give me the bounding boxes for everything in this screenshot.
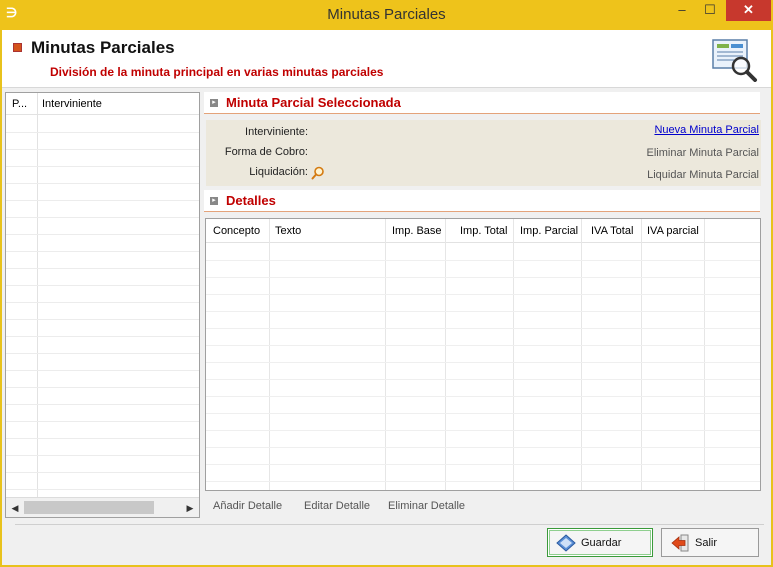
intervinientes-grid[interactable]: P... Interviniente ◀ ▶ [5,92,200,518]
grid-row-line [6,387,199,388]
grid-row-line [206,481,760,482]
column-header-interviniente[interactable]: Interviniente [42,98,102,110]
grid-row-line [206,413,760,414]
grid-row-line [206,277,760,278]
column-header-texto[interactable]: Texto [275,225,301,237]
page-title: Minutas Parciales [31,38,175,57]
grid-row-line [6,251,199,252]
liquidacion-label: Liquidación: [249,166,308,178]
guardar-label: Guardar [581,537,622,549]
column-header-imp-total[interactable]: Imp. Total [460,225,508,237]
grid-header: P... Interviniente [6,93,199,115]
salir-label: Salir [695,537,718,549]
footer-separator [15,524,764,525]
close-button[interactable]: ✕ [726,0,771,21]
grid-row-line [206,260,760,261]
minuta-info-panel: Interviniente: Forma de Cobro: Liquidaci… [206,120,761,186]
grid-row-line [206,362,760,363]
forma-cobro-label: Forma de Cobro: [224,146,308,158]
section-title: Detalles [226,193,276,208]
grid-row-line [6,217,199,218]
eliminar-minuta-button[interactable]: Eliminar Minuta Parcial [647,147,759,159]
document-search-icon [712,39,757,82]
window-title: Minutas Parciales [327,6,446,23]
grid-row-line [206,311,760,312]
grid-row-line [206,345,760,346]
grid-row-line [6,132,199,133]
title-bar: ∋ Minutas Parciales – ☐ ✕ [0,0,773,30]
column-header-concepto[interactable]: Concepto [213,225,260,237]
grid-row-line [6,404,199,405]
grid-row-line [206,396,760,397]
horizontal-scrollbar[interactable]: ◀ ▶ [6,497,199,517]
anadir-detalle-button[interactable]: Añadir Detalle [213,500,282,512]
scroll-left-icon[interactable]: ◀ [8,501,22,515]
grid-row-line [6,421,199,422]
grid-row-line [206,328,760,329]
grid-column-divider [37,93,38,497]
liquidar-minuta-button[interactable]: Liquidar Minuta Parcial [647,169,759,181]
grid-row-line [6,319,199,320]
grid-row-line [6,336,199,337]
save-diamond-icon [556,534,576,552]
column-header-imp-parcial[interactable]: Imp. Parcial [520,225,578,237]
section-minuta-seleccionada: ▸ Minuta Parcial Seleccionada [204,92,760,114]
magnifier-icon[interactable] [311,166,325,180]
header-bullet-icon [13,43,22,52]
grid-row-line [206,464,760,465]
section-bullet-icon: ▸ [210,197,218,205]
eliminar-detalle-button[interactable]: Eliminar Detalle [388,500,465,512]
grid-row-line [206,447,760,448]
guardar-button[interactable]: Guardar [547,528,653,557]
grid-row-line [6,234,199,235]
client-area: Minutas Parciales División de la minuta … [2,30,771,565]
detalles-grid[interactable]: Concepto Texto Imp. Base Imp. Total Imp.… [205,218,761,491]
grid-row-line [206,430,760,431]
scrollbar-thumb[interactable] [24,501,154,514]
grid-row-line [6,268,199,269]
grid-row-line [6,353,199,354]
nueva-minuta-link[interactable]: Nueva Minuta Parcial [654,124,759,136]
grid-header: Concepto Texto Imp. Base Imp. Total Imp.… [206,219,760,243]
editar-detalle-button[interactable]: Editar Detalle [304,500,370,512]
scroll-right-icon[interactable]: ▶ [183,501,197,515]
page-subtitle: División de la minuta principal en varia… [50,65,384,79]
column-header-iva-parcial[interactable]: IVA parcial [647,225,699,237]
grid-row-line [206,379,760,380]
header-banner: Minutas Parciales División de la minuta … [2,30,771,88]
grid-row-line [6,285,199,286]
grid-row-line [6,489,199,490]
grid-row-line [6,183,199,184]
grid-row-line [6,302,199,303]
exit-arrow-icon [671,534,689,552]
grid-row-line [6,166,199,167]
grid-row-line [6,149,199,150]
grid-row-line [6,455,199,456]
maximize-button[interactable]: ☐ [697,0,723,21]
interviniente-label: Interviniente: [245,126,308,138]
grid-row-line [206,294,760,295]
grid-row-line [6,370,199,371]
grid-row-line [6,472,199,473]
salir-button[interactable]: Salir [661,528,759,557]
section-title: Minuta Parcial Seleccionada [226,95,401,110]
window: ∋ Minutas Parciales – ☐ ✕ Minutas Parcia… [0,0,773,567]
column-header-p[interactable]: P... [12,98,27,110]
minimize-button[interactable]: – [669,0,695,21]
column-header-iva-total[interactable]: IVA Total [591,225,633,237]
section-bullet-icon: ▸ [210,99,218,107]
grid-row-line [6,200,199,201]
grid-row-line [6,438,199,439]
section-detalles: ▸ Detalles [204,190,760,212]
column-header-imp-base[interactable]: Imp. Base [392,225,442,237]
